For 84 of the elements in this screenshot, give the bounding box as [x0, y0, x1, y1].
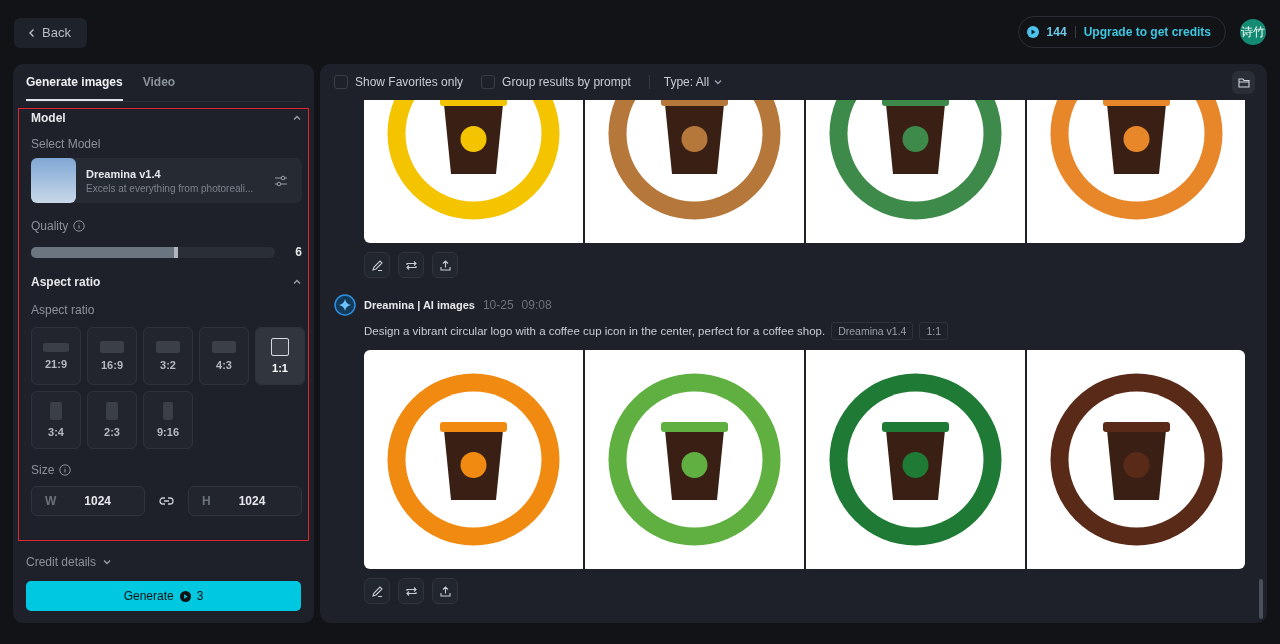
- aspect-ratio-option[interactable]: 9:16: [143, 391, 193, 449]
- field-label: Select Model: [31, 137, 101, 151]
- ratio-shape-icon: [271, 338, 289, 356]
- checkbox-label[interactable]: Show Favorites only: [355, 75, 464, 89]
- share-button[interactable]: [432, 252, 458, 278]
- upload-icon: [438, 258, 452, 272]
- collapse-chevron-icon[interactable]: [292, 113, 302, 123]
- aspect-ratio-option[interactable]: 3:2: [143, 327, 193, 385]
- ratio-shape-icon: [50, 402, 62, 420]
- quality-slider[interactable]: [31, 246, 276, 258]
- width-label: W: [45, 494, 57, 508]
- prompt-tag: 1:1: [919, 322, 948, 340]
- checkbox-label[interactable]: Group results by prompt: [502, 75, 631, 89]
- regenerate-button[interactable]: [398, 578, 424, 604]
- repeat-icon: [404, 584, 418, 598]
- ratio-shape-icon: [100, 341, 124, 353]
- section-title: Aspect ratio: [31, 275, 101, 289]
- chevron-down-icon[interactable]: [102, 557, 113, 567]
- coffee-logo-picture[interactable]: [364, 350, 583, 569]
- upload-icon: [438, 584, 452, 598]
- info-icon[interactable]: [59, 464, 72, 476]
- pencil-icon: [370, 258, 384, 272]
- height-value: 1024: [238, 494, 266, 508]
- field-label: Quality: [31, 219, 69, 233]
- model-name: Dreamina v1.4: [86, 167, 162, 180]
- checkbox[interactable]: [481, 75, 496, 89]
- upgrade-link[interactable]: Upgrade to get credits: [1083, 25, 1211, 39]
- time-text: 09:08: [521, 298, 552, 312]
- aspect-ratio-option[interactable]: 4:3: [199, 327, 249, 385]
- aspect-ratio-option[interactable]: 16:9: [87, 327, 137, 385]
- credit-coin-icon: [179, 590, 191, 602]
- generate-button[interactable]: Generate 3: [26, 581, 301, 611]
- ratio-shape-icon: [212, 341, 236, 353]
- type-filter-dropdown[interactable]: Type: All: [663, 75, 710, 89]
- folder-icon: [1237, 76, 1250, 88]
- folder-button[interactable]: [1232, 70, 1255, 94]
- ratio-shape-icon: [163, 402, 173, 420]
- model-selector[interactable]: Dreamina v1.4 Excels at everything from photoreali...: [31, 158, 302, 203]
- height-field[interactable]: H 1024: [188, 486, 302, 516]
- ratio-shape-icon: [43, 342, 69, 352]
- slider-value: 6: [295, 245, 302, 259]
- repeat-icon: [404, 258, 418, 272]
- field-label: Aspect ratio: [31, 303, 95, 317]
- ratio-shape-icon: [156, 341, 180, 353]
- prompt-text: Design a vibrant circular logo with a coffee cup icon in the center, perfect for a coffee shop.: [364, 325, 826, 337]
- date-text: 10-25: [482, 298, 514, 312]
- credit-count: 144: [1046, 25, 1067, 39]
- info-icon[interactable]: [73, 220, 86, 232]
- prompt-tag: Dreamina v1.4: [831, 322, 914, 340]
- credit-coin-icon: [1026, 26, 1039, 38]
- credit-details-toggle[interactable]: Credit details: [26, 555, 97, 569]
- ratio-shape-icon: [106, 402, 118, 420]
- chevron-left-icon: [28, 27, 36, 38]
- edit-button[interactable]: [364, 578, 390, 604]
- share-button[interactable]: [432, 578, 458, 604]
- back-button[interactable]: Back: [14, 17, 87, 48]
- link-icon[interactable]: [159, 496, 174, 506]
- field-label: Size: [31, 463, 55, 477]
- checkbox[interactable]: [334, 75, 348, 89]
- collapse-chevron-icon[interactable]: [292, 277, 302, 287]
- aspect-ratio-option[interactable]: 1:1: [255, 327, 305, 385]
- height-label: H: [202, 494, 211, 508]
- author-name: Dreamina | AI images: [364, 299, 475, 311]
- regenerate-button[interactable]: [398, 252, 424, 278]
- sliders-icon[interactable]: [274, 173, 288, 188]
- width-value: 1024: [84, 494, 112, 508]
- model-description: Excels at everything from photoreali...: [86, 182, 255, 194]
- section-title: Model: [31, 111, 66, 125]
- coffee-logo-picture[interactable]: [585, 350, 804, 569]
- coffee-logo-picture[interactable]: [1027, 350, 1245, 569]
- edit-button[interactable]: [364, 252, 390, 278]
- aspect-ratio-option[interactable]: 3:4: [31, 391, 81, 449]
- chevron-down-icon[interactable]: [713, 77, 724, 87]
- user-avatar[interactable]: 诗竹: [1240, 19, 1266, 45]
- aspect-ratio-option[interactable]: 21:9: [31, 327, 81, 385]
- sparkle-avatar-icon: [334, 294, 356, 316]
- width-field[interactable]: W 1024: [31, 486, 145, 516]
- coffee-logo-picture[interactable]: [806, 350, 1025, 569]
- photo-placeholder: [31, 158, 76, 203]
- tab[interactable]: Generate images: [26, 64, 123, 101]
- pencil-icon: [370, 584, 384, 598]
- aspect-ratio-option[interactable]: 2:3: [87, 391, 137, 449]
- tab[interactable]: Video: [142, 64, 176, 101]
- scrollbar[interactable]: [1259, 579, 1263, 619]
